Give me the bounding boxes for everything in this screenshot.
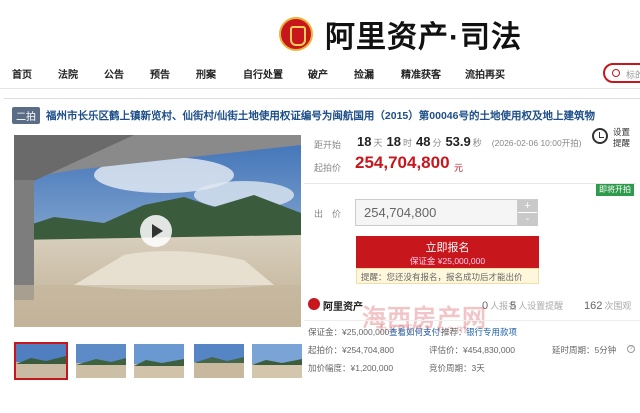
start-price-label: 起拍价 [314, 163, 342, 173]
countdown-seconds-unit: 秒 [472, 138, 482, 148]
countdown-hours: 18 [386, 134, 401, 149]
nav-item-unsold-rebuy[interactable]: 流拍再买 [465, 66, 505, 81]
thumbnail-image [16, 344, 66, 378]
nav-item-criminal[interactable]: 刑案 [196, 66, 216, 81]
register-now-button[interactable]: 立即报名 保证金 ¥25,000,000 [356, 236, 539, 268]
deposit-info: 保证金：¥25,000,000 [308, 327, 390, 337]
recommend-label: 推荐： [441, 327, 467, 337]
nav-item-announcement[interactable]: 公告 [104, 66, 124, 81]
nav-item-home[interactable]: 首页 [12, 66, 32, 81]
thumbnail-image [134, 344, 184, 378]
start-price-unit: 元 [454, 163, 464, 173]
bid-stepper[interactable]: + - [518, 199, 538, 226]
main-nav: 首页 法院 公告 预告 刑案 自行处置 破产 捡漏 精准获客 流拍再买 标的 [0, 62, 640, 86]
panel-divider [304, 183, 636, 184]
reminder-label: 设置 提醒 [613, 127, 631, 148]
start-time: (2026-02-06 10:00开拍) [491, 138, 582, 148]
nav-item-bargain[interactable]: 捡漏 [354, 66, 374, 81]
views-stat: 162 次围观 [584, 300, 632, 312]
thumbnail[interactable] [252, 344, 302, 378]
nav-item-preview[interactable]: 预告 [150, 66, 170, 81]
countdown-days: 18 [357, 134, 372, 149]
nav-item-self-disposal[interactable]: 自行处置 [243, 66, 283, 81]
countdown-days-unit: 天 [373, 138, 383, 148]
search-input[interactable]: 标的 [603, 63, 640, 83]
nav-item-precise-leads[interactable]: 精准获客 [401, 66, 441, 81]
countdown-minutes-unit: 分 [432, 138, 442, 148]
countdown-hours-unit: 时 [402, 138, 412, 148]
auction-title-row: 二拍 福州市长乐区鹤上镇新览村、仙街村/仙街土地使用权证编号为闽航国用（2015… [12, 106, 595, 124]
auction-title: 福州市长乐区鹤上镇新览村、仙街村/仙街土地使用权证编号为闽航国用（2015）第0… [46, 109, 595, 122]
thumbnail[interactable] [76, 344, 126, 378]
countdown-minutes: 48 [415, 134, 431, 149]
set-reminder-button[interactable]: 设置 提醒 [592, 127, 640, 152]
thumbnail-image [76, 344, 126, 378]
thumbnail-strip [14, 342, 304, 380]
deposit-sublabel: 保证金 ¥25,000,000 [409, 256, 486, 266]
status-badge: 即将开拍 [596, 184, 634, 196]
logo-text: 阿里资产·司法 [325, 21, 522, 54]
search-placeholder: 标的 [626, 70, 640, 80]
countdown-seconds: 53.9 [445, 134, 471, 149]
help-icon[interactable]: ? [627, 345, 635, 353]
round-badge: 二拍 [12, 106, 40, 124]
bank-account-link[interactable]: 银行专用款项 [466, 326, 517, 338]
register-now-label: 立即报名 [425, 242, 470, 254]
main-photo[interactable] [14, 135, 301, 327]
court-emblem-icon [279, 17, 313, 51]
alarm-clock-icon [592, 128, 608, 144]
start-price-value: 254,704,800 [355, 153, 450, 172]
thumbnail[interactable] [194, 344, 244, 378]
how-to-pay-link[interactable]: 查看如何支付 [389, 326, 440, 338]
decrease-bid-button[interactable]: - [518, 213, 537, 226]
countdown-label: 距开始 [314, 140, 342, 150]
countdown-timer: 18 天 18 时 48 分 53.9 秒 (2026-02-06 10:00开… [357, 134, 582, 149]
ali-assets-logo-icon [308, 298, 320, 310]
bid-period-info: 竞价周期：3天 [429, 363, 485, 373]
info-divider [304, 320, 640, 321]
thumbnail[interactable] [14, 342, 68, 380]
increment-info: 加价幅度：¥1,200,000 [308, 363, 394, 373]
brand-name: 阿里资产 [323, 302, 363, 313]
thumbnail[interactable] [134, 344, 184, 378]
thumbnail-image [252, 344, 302, 378]
reminders-stat: 5 人设置提醒 [510, 300, 564, 312]
start-price-info: 起拍价：¥254,704,800 [308, 345, 394, 355]
search-icon [612, 69, 620, 77]
play-video-button[interactable] [140, 215, 172, 247]
delay-period-info: 延时周期：5分钟 [552, 345, 617, 355]
thumbnail-image [194, 344, 244, 378]
site-header: 阿里资产·司法 [0, 0, 640, 60]
nav-item-bankruptcy[interactable]: 破产 [308, 66, 328, 81]
appraisal-price-info: 评估价：¥454,830,000 [429, 345, 515, 355]
registration-notice: 提醒：您还没有报名，报名成功后才能出价 [356, 268, 539, 284]
increase-bid-button[interactable]: + [518, 200, 537, 213]
nav-item-court[interactable]: 法院 [58, 66, 78, 81]
site-logo[interactable]: 阿里资产·司法 [279, 12, 522, 56]
nav-divider [0, 88, 640, 89]
bid-amount-input[interactable] [355, 199, 518, 226]
bid-label: 出 价 [314, 209, 342, 219]
